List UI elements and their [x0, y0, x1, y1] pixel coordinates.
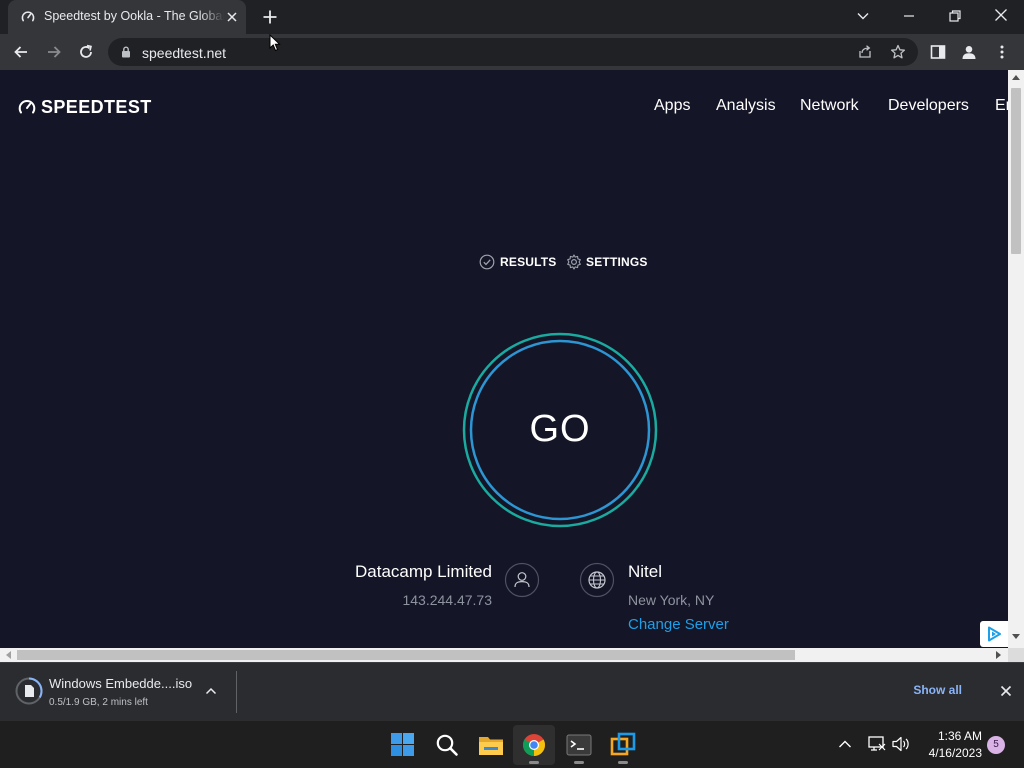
terminal-icon[interactable] — [566, 733, 592, 757]
nav-apps[interactable]: Apps — [654, 97, 690, 115]
close-window-icon[interactable] — [994, 8, 1008, 22]
remote-running-indicator — [618, 761, 628, 764]
scroll-left-arrow-icon[interactable] — [5, 651, 11, 659]
notification-count: 5 — [993, 739, 999, 750]
scrollbar-corner — [1008, 648, 1024, 662]
download-progress-ring-icon — [15, 677, 43, 705]
speedometer-logo-icon — [18, 100, 36, 114]
windows-start-icon[interactable] — [391, 733, 414, 756]
download-shelf: Windows Embedde....iso 0.5/1.9 GB, 2 min… — [0, 662, 1024, 720]
bookmark-star-icon[interactable] — [890, 44, 906, 60]
isp-name: Datacamp Limited — [354, 562, 492, 581]
notification-badge[interactable]: 5 — [987, 736, 1005, 754]
browser-toolbar: speedtest.net — [0, 34, 1024, 70]
vertical-scroll-thumb[interactable] — [1011, 88, 1021, 254]
search-icon[interactable] — [435, 733, 459, 757]
nav-enterprise[interactable]: Enterprise — [995, 97, 1008, 115]
user-icon[interactable] — [504, 562, 540, 598]
volume-icon[interactable] — [891, 735, 911, 753]
scroll-down-arrow-icon[interactable] — [1012, 634, 1020, 640]
settings-label: SETTINGS — [586, 255, 648, 269]
globe-icon[interactable] — [579, 562, 615, 598]
download-divider — [236, 671, 237, 713]
terminal-running-indicator — [574, 761, 584, 764]
back-icon[interactable] — [13, 44, 29, 60]
url-text: speedtest.net — [142, 45, 227, 61]
server-name: Nitel — [628, 562, 663, 581]
share-icon[interactable] — [857, 44, 873, 60]
windows-taskbar: 1:36 AM 4/16/2023 5 — [0, 720, 1024, 768]
download-item[interactable]: Windows Embedde....iso 0.5/1.9 GB, 2 min… — [0, 663, 236, 719]
chrome-running-indicator — [529, 761, 539, 764]
address-bar[interactable]: speedtest.net — [108, 38, 918, 66]
vertical-scrollbar[interactable] — [1008, 70, 1024, 648]
more-menu-icon[interactable] — [994, 44, 1010, 60]
gear-icon — [567, 254, 581, 270]
check-circle-icon — [479, 254, 495, 270]
scroll-up-arrow-icon[interactable] — [1012, 74, 1020, 80]
speedtest-page: SPEEDTEST Apps Analysis Network Develope… — [0, 70, 1008, 648]
remote-desktop-icon[interactable] — [610, 732, 636, 758]
chrome-taskbar-button[interactable] — [513, 725, 555, 765]
chevron-up-icon[interactable] — [205, 686, 217, 696]
mouse-cursor-icon — [269, 34, 281, 52]
horizontal-scrollbar[interactable] — [0, 648, 1008, 662]
nav-network[interactable]: Network — [800, 97, 859, 115]
tab-close-icon[interactable] — [226, 11, 238, 23]
profile-icon[interactable] — [961, 44, 977, 60]
reload-icon[interactable] — [78, 44, 94, 60]
lock-icon[interactable] — [121, 46, 131, 58]
file-explorer-icon[interactable] — [478, 733, 504, 757]
download-file-name: Windows Embedde....iso — [49, 676, 193, 691]
tab-strip: Speedtest by Ookla - The Global Broadban… — [0, 0, 1024, 34]
change-server-link[interactable]: Change Server — [628, 616, 729, 633]
nav-developers[interactable]: Developers — [888, 97, 969, 115]
scroll-right-arrow-icon[interactable] — [996, 651, 1002, 659]
ip-address: 143.244.47.73 — [402, 592, 492, 608]
speedtest-favicon-icon — [21, 11, 35, 22]
tab-title: Speedtest by Ookla - The Global Broadban… — [44, 9, 224, 23]
server-location: New York, NY — [628, 592, 715, 608]
nav-analysis[interactable]: Analysis — [716, 97, 776, 115]
logo-text: SPEEDTEST — [41, 97, 152, 117]
ad-choices-badge[interactable] — [980, 621, 1008, 647]
results-label: RESULTS — [500, 255, 557, 269]
restore-icon[interactable] — [948, 9, 962, 23]
show-all-button[interactable]: Show all — [908, 683, 962, 697]
clock-time[interactable]: 1:36 AM — [920, 729, 982, 743]
horizontal-scroll-thumb[interactable] — [17, 650, 795, 660]
browser-tab[interactable]: Speedtest by Ookla - The Global Broadban… — [8, 0, 246, 34]
go-button[interactable]: GO — [462, 332, 658, 528]
tray-chevron-up-icon[interactable] — [838, 738, 852, 750]
go-label: GO — [529, 408, 591, 450]
ad-choices-icon — [988, 626, 1001, 642]
download-progress-text: 0.5/1.9 GB, 2 mins left — [49, 697, 148, 708]
tab-search-chevron-icon[interactable] — [856, 9, 870, 23]
forward-icon[interactable] — [46, 44, 62, 60]
clock-date[interactable]: 4/16/2023 — [920, 746, 982, 760]
chrome-icon — [523, 734, 545, 756]
network-icon[interactable] — [867, 735, 887, 753]
new-tab-icon[interactable] — [262, 9, 278, 25]
minimize-icon[interactable] — [902, 9, 916, 23]
side-panel-icon[interactable] — [930, 44, 946, 60]
close-shelf-icon[interactable] — [1000, 685, 1012, 697]
